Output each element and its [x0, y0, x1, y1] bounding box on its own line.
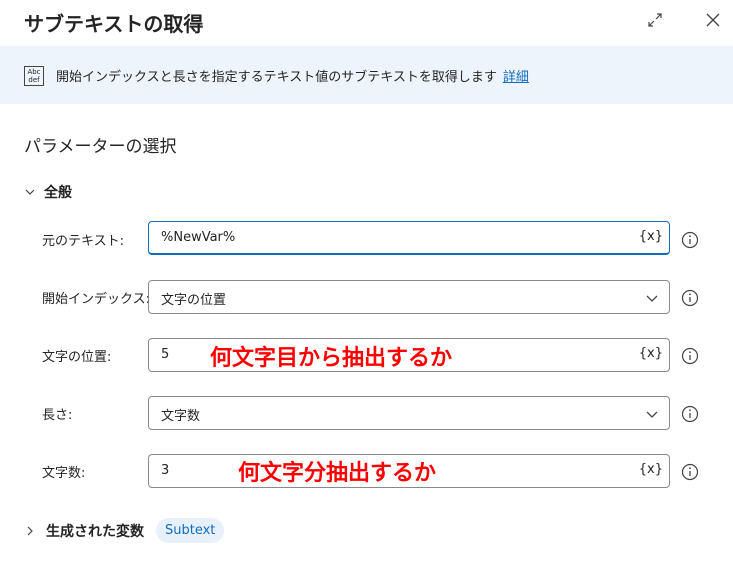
- start-index-dropdown[interactable]: 文字の位置: [148, 280, 670, 314]
- original-text-value: %NewVar%: [161, 230, 236, 245]
- count-annotation: 何文字分抽出するか: [238, 461, 437, 486]
- variable-picker-button[interactable]: {x}: [639, 346, 663, 361]
- expand-icon[interactable]: [643, 8, 667, 32]
- chevron-down-icon: [646, 411, 658, 418]
- text-icon: Abc def: [24, 66, 44, 86]
- chevron-down-icon: [25, 189, 35, 195]
- variable-picker-button[interactable]: {x}: [639, 229, 663, 244]
- details-link[interactable]: 詳細: [503, 70, 529, 85]
- char-position-label: 文字の位置:: [42, 350, 112, 365]
- info-icon[interactable]: [681, 231, 699, 249]
- char-count-value: 3: [161, 463, 170, 478]
- start-index-label: 開始インデックス:: [42, 292, 150, 307]
- close-icon[interactable]: [701, 8, 725, 32]
- info-icon[interactable]: [681, 289, 699, 307]
- dialog-title: サブテキストの取得: [24, 12, 204, 36]
- length-label: 長さ:: [42, 408, 73, 423]
- info-icon[interactable]: [681, 405, 699, 423]
- variable-chip[interactable]: Subtext: [156, 518, 225, 543]
- description: 開始インデックスと長さを指定するテキスト値のサブテキストを取得します: [56, 70, 497, 85]
- info-icon[interactable]: [681, 463, 699, 481]
- info-icon[interactable]: [681, 347, 699, 365]
- char-count-label: 文字数:: [42, 466, 86, 481]
- chevron-right-icon: [27, 526, 33, 535]
- description-text: 開始インデックスと長さを指定するテキスト値のサブテキストを取得します 詳細: [56, 66, 529, 85]
- group-label: 全般: [44, 185, 72, 201]
- original-text-input[interactable]: %NewVar% {x}: [148, 221, 670, 255]
- chevron-down-icon: [646, 295, 658, 302]
- general-group-toggle[interactable]: 全般: [24, 182, 72, 202]
- output-variables-toggle[interactable]: 生成された変数 Subtext: [24, 518, 225, 543]
- char-position-value: 5: [161, 347, 170, 362]
- section-title: パラメーターの選択: [24, 137, 177, 157]
- variable-picker-button[interactable]: {x}: [639, 462, 663, 477]
- original-text-label: 元のテキスト:: [42, 234, 124, 249]
- length-value: 文字数: [161, 409, 201, 424]
- output-label: 生成された変数: [46, 523, 144, 540]
- start-index-value: 文字の位置: [161, 293, 227, 308]
- info-bar: Abc def 開始インデックスと長さを指定するテキスト値のサブテキストを取得しま…: [0, 46, 733, 104]
- position-annotation: 何文字目から抽出するか: [210, 346, 453, 371]
- length-dropdown[interactable]: 文字数: [148, 396, 670, 430]
